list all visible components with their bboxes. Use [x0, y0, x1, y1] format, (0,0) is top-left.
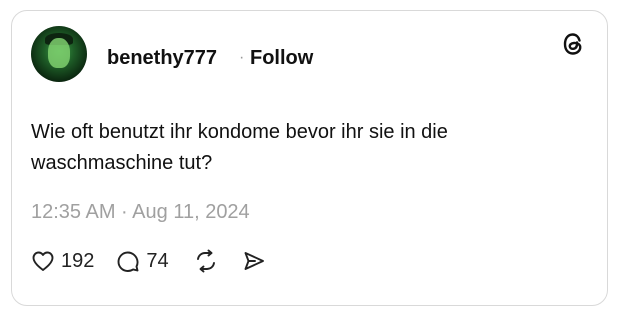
username[interactable]: benethy777	[107, 46, 217, 70]
like-button[interactable]: 192	[31, 249, 94, 273]
like-count: 192	[61, 250, 95, 272]
post-timestamp[interactable]: 12:35 AM · Aug 11, 2024	[31, 200, 250, 224]
repost-button[interactable]	[194, 249, 218, 273]
follow-button[interactable]: Follow	[250, 46, 313, 70]
repost-icon	[196, 249, 215, 273]
heart-icon	[32, 251, 54, 271]
separator-dot: ·	[239, 49, 245, 66]
threads-logo-icon[interactable]	[560, 31, 586, 57]
reply-button[interactable]: 74	[116, 249, 169, 273]
post-text: Wie oft benutzt ihr kondome bevor ihr si…	[31, 121, 448, 174]
reply-count: 74	[146, 250, 169, 272]
share-button[interactable]	[242, 249, 266, 273]
action-bar: 192 74	[31, 246, 266, 276]
avatar[interactable]	[31, 26, 87, 82]
avatar-face	[48, 38, 70, 68]
send-icon	[244, 252, 264, 270]
comment-icon	[117, 251, 139, 272]
